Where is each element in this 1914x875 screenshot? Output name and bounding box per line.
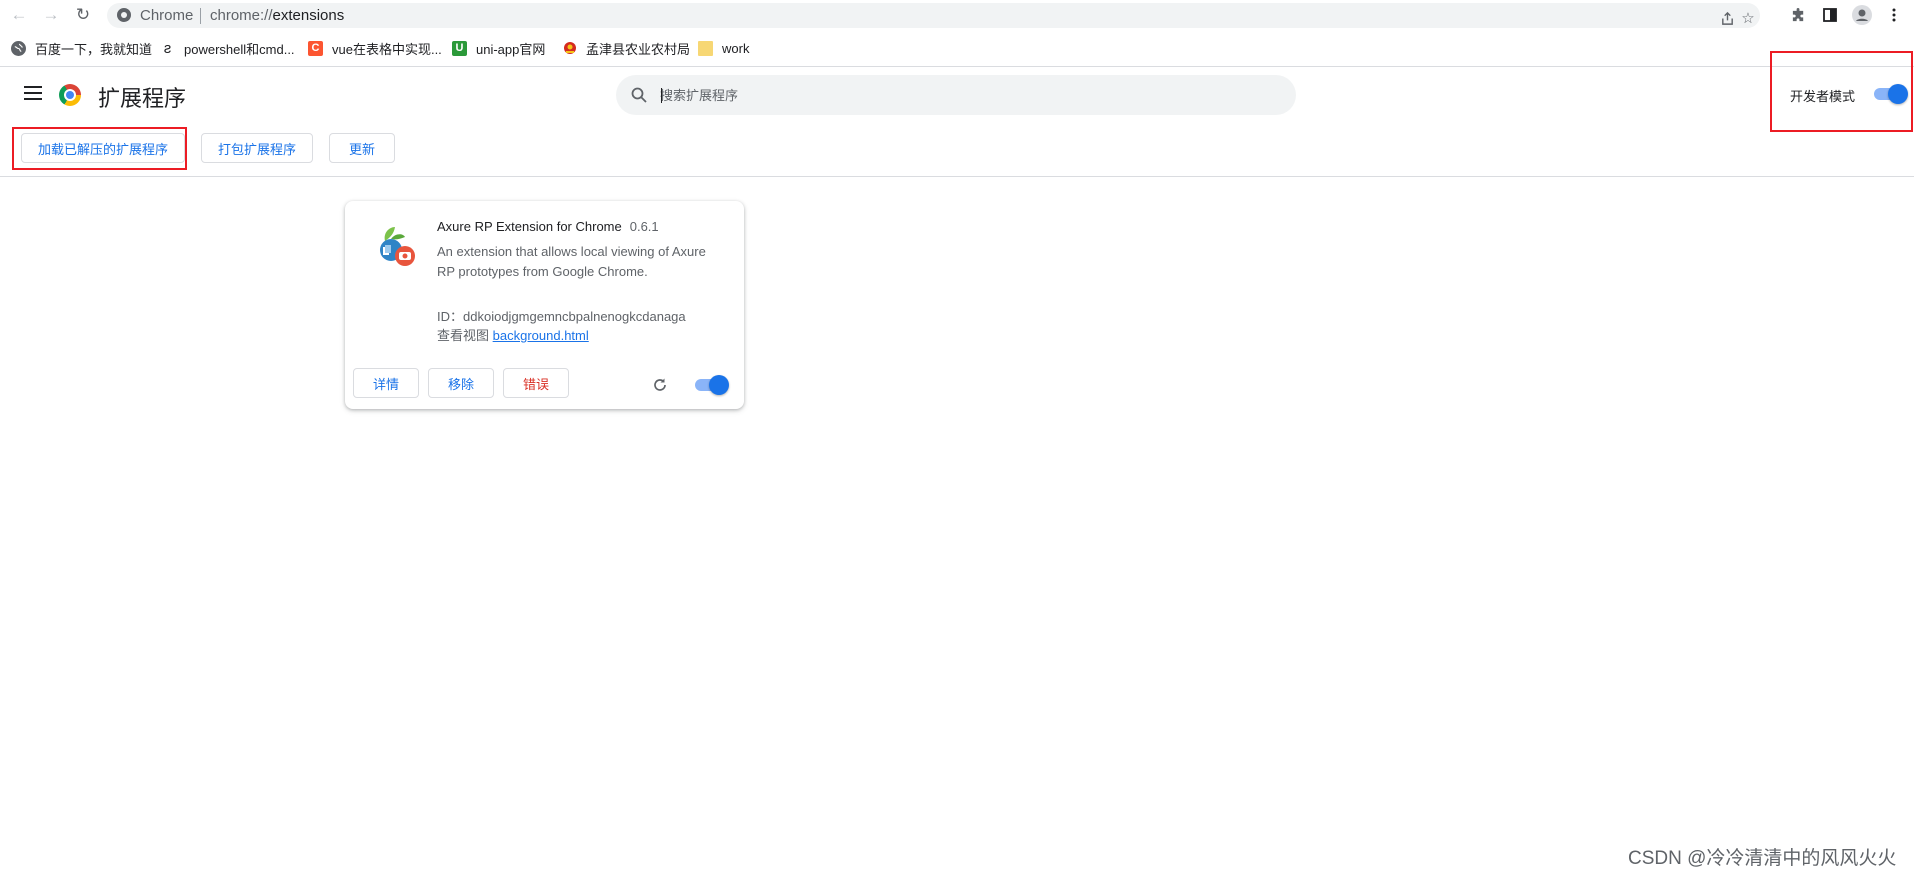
url-scheme: chrome:// xyxy=(210,7,273,24)
profile-avatar-icon[interactable] xyxy=(1852,5,1872,25)
bookmark-item[interactable]: work xyxy=(698,35,749,61)
toolbar-divider xyxy=(0,66,1914,67)
emblem-icon xyxy=(562,41,577,56)
errors-button[interactable]: 错误 xyxy=(503,368,569,398)
bookmarks-bar: 百度一下，我就知道 ƨ powershell和cmd... C vue在表格中实… xyxy=(0,35,1914,61)
bookmark-label: vue在表格中实现... xyxy=(332,41,442,57)
inspect-views-label: 查看视图 xyxy=(437,328,490,343)
url-host: extensions xyxy=(272,7,345,24)
chrome-logo-icon xyxy=(59,84,81,106)
side-panel-icon[interactable] xyxy=(1820,5,1840,25)
omnibox-url[interactable]: chrome://extensions xyxy=(210,7,344,24)
watermark: CSDN @冷冷清清中的风风火火 xyxy=(1628,848,1897,869)
search-bar[interactable] xyxy=(616,75,1296,115)
pack-extension-button[interactable]: 打包扩展程序 xyxy=(201,133,313,163)
share-icon[interactable] xyxy=(1717,8,1737,28)
bookmark-label: work xyxy=(722,40,750,56)
back-arrow-icon[interactable]: ← xyxy=(8,4,30,26)
kebab-menu-icon[interactable] xyxy=(1884,5,1904,25)
bookmark-item[interactable]: U uni-app官网 xyxy=(452,35,545,61)
bookmark-label: powershell和cmd... xyxy=(184,41,295,57)
bookmark-label: 百度一下，我就知道 xyxy=(35,41,153,57)
bookmark-label: uni-app官网 xyxy=(476,41,546,57)
address-bar[interactable]: Chrome chrome://extensions ☆ xyxy=(107,3,1760,28)
extension-card: Axure RP Extension for Chrome 0.6.1 An ex… xyxy=(345,201,744,409)
inspect-views: 查看视图 background.html xyxy=(437,325,589,344)
bookmark-item[interactable]: ƨ powershell和cmd... xyxy=(160,35,295,61)
stackoverflow-icon: ƨ xyxy=(163,39,172,57)
forward-arrow-icon[interactable]: → xyxy=(40,4,62,26)
extension-id-value: ddkoiodjgmgemncbpalnenogkcdanaga xyxy=(463,309,686,324)
background-page-link[interactable]: background.html xyxy=(493,328,589,343)
extension-id: ID：ddkoiodjgmgemncbpalnenogkcdanaga xyxy=(437,306,686,325)
highlight-box-load-unpacked xyxy=(12,127,187,170)
page-title: 扩展程序 xyxy=(98,86,187,111)
bookmark-star-icon[interactable]: ☆ xyxy=(1738,8,1758,28)
extension-name: Axure RP Extension for Chrome 0.6.1 xyxy=(437,219,659,234)
bookmark-label: 孟津县农业农村局 xyxy=(586,41,691,57)
update-button[interactable]: 更新 xyxy=(329,133,395,163)
extension-title: Axure RP Extension for Chrome xyxy=(437,219,622,234)
search-input[interactable] xyxy=(660,75,1260,115)
bookmark-item[interactable]: C vue在表格中实现... xyxy=(308,35,442,61)
highlight-box-developer-mode xyxy=(1770,51,1913,132)
details-button[interactable]: 详情 xyxy=(353,368,419,398)
chrome-page-icon xyxy=(117,8,131,22)
folder-icon xyxy=(698,40,713,56)
reload-extension-icon[interactable] xyxy=(651,376,669,394)
uniapp-icon: U xyxy=(452,40,467,56)
extensions-puzzle-icon[interactable] xyxy=(1788,5,1808,25)
extension-version: 0.6.1 xyxy=(629,219,659,234)
csdn-icon: C xyxy=(308,40,323,56)
bookmark-item[interactable]: 孟津县农业农村局 xyxy=(562,35,690,61)
extension-enable-toggle[interactable] xyxy=(693,375,729,395)
text-caret xyxy=(661,88,662,103)
header-divider xyxy=(0,176,1914,177)
search-icon xyxy=(630,86,648,104)
extension-description: An extension that allows local viewing o… xyxy=(437,244,706,279)
axure-extension-icon xyxy=(371,223,417,269)
omnibox-separator xyxy=(200,8,201,24)
remove-button[interactable]: 移除 xyxy=(428,368,494,398)
globe-icon xyxy=(11,40,26,56)
extension-id-label: ID： xyxy=(437,309,464,324)
hamburger-menu-icon[interactable] xyxy=(24,86,42,102)
bookmark-item[interactable]: 百度一下，我就知道 xyxy=(11,35,152,61)
browser-toolbar: ← → ↻ Chrome chrome://extensions ☆ xyxy=(0,0,1914,31)
omnibox-chip: Chrome xyxy=(140,7,194,24)
reload-icon[interactable]: ↻ xyxy=(72,4,94,26)
